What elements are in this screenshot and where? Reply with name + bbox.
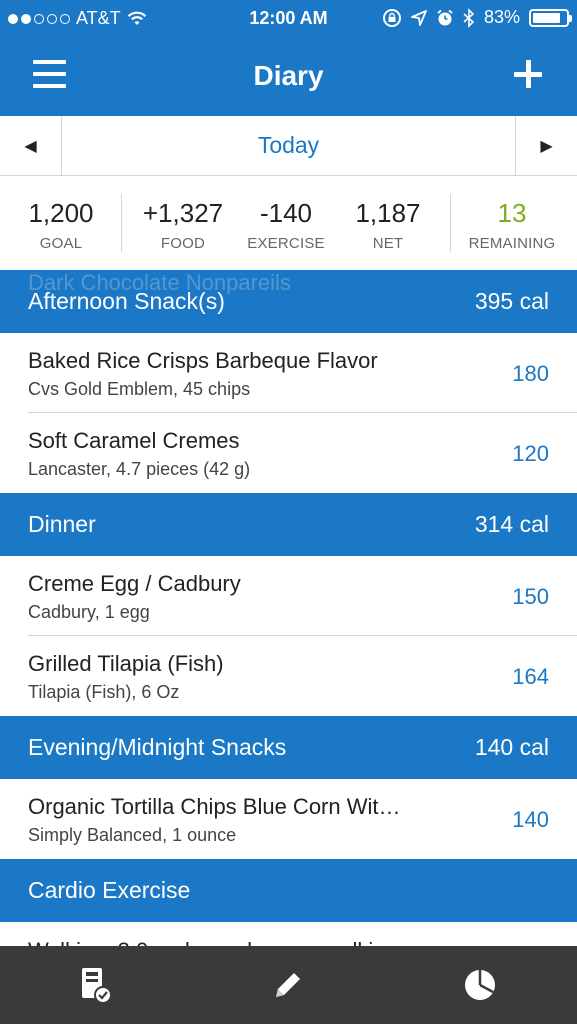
- goal-label: GOAL: [39, 235, 83, 252]
- pencil-icon: [276, 973, 300, 997]
- goal-value: 1,200: [28, 198, 94, 228]
- exercise-value: -140: [259, 198, 313, 228]
- section-name: Cardio Exercise: [28, 877, 191, 903]
- food-calories: 150: [512, 584, 549, 609]
- battery-percent: 83%: [483, 7, 520, 27]
- food-description: Cvs Gold Emblem, 45 chips: [28, 379, 251, 399]
- food-name: Creme Egg / Cadbury: [28, 571, 241, 596]
- food-entry-row[interactable]: Organic Tortilla Chips Blue Corn Wit… Si…: [0, 779, 577, 859]
- bluetooth-icon: [463, 7, 475, 28]
- rotation-lock-icon: [382, 8, 401, 27]
- food-value: +1,327: [142, 198, 224, 228]
- previous-day-button[interactable]: ◀: [0, 116, 62, 175]
- section-header-afternoon-snacks[interactable]: Afternoon Snack(s) 395 cal: [0, 270, 577, 333]
- summary-divider: [121, 194, 122, 252]
- nav-bar: Diary: [0, 38, 577, 116]
- calorie-summary[interactable]: 1,200 GOAL +1,327 FOOD -140 EXERCISE 1,1…: [0, 176, 577, 270]
- pie-chart-icon: [465, 970, 495, 1000]
- tab-reports[interactable]: [384, 946, 576, 1024]
- battery-icon: [529, 8, 572, 27]
- section-name: Afternoon Snack(s): [28, 288, 225, 314]
- remaining-summary: 13 REMAINING: [462, 198, 562, 252]
- food-description: Simply Balanced, 1 ounce: [28, 825, 237, 845]
- plus-icon[interactable]: [514, 60, 542, 88]
- location-icon: [411, 9, 427, 26]
- section-header-evening-snacks[interactable]: Evening/Midnight Snacks 140 cal: [0, 716, 577, 779]
- tab-diary[interactable]: [0, 946, 192, 1024]
- tab-edit[interactable]: [192, 946, 384, 1024]
- exercise-label: EXERCISE: [247, 235, 325, 252]
- food-description: Cadbury, 1 egg: [28, 602, 150, 622]
- food-description: Lancaster, 4.7 pieces (42 g): [28, 459, 251, 479]
- section-calories: 395 cal: [474, 288, 549, 314]
- section-header-cardio-exercise[interactable]: Cardio Exercise: [0, 859, 577, 922]
- goal-summary: 1,200 GOAL: [18, 198, 104, 252]
- net-value: 1,187: [355, 198, 421, 228]
- top-bar: AT&T 12:00 AM 83% Diary: [0, 0, 577, 116]
- remaining-value: 13: [497, 198, 527, 228]
- section-calories: 314 cal: [474, 511, 549, 537]
- section-calories: 140 cal: [474, 734, 549, 760]
- exercise-summary: -140 EXERCISE: [242, 198, 330, 252]
- date-bar: ◀ Today ▶: [0, 116, 577, 176]
- food-calories: 164: [512, 664, 549, 689]
- food-entry-row[interactable]: Grilled Tilapia (Fish) Tilapia (Fish), 6…: [0, 636, 577, 716]
- food-label: FOOD: [160, 235, 206, 252]
- section-name: Evening/Midnight Snacks: [28, 734, 287, 760]
- food-calories: 180: [512, 361, 549, 386]
- section-header-dinner[interactable]: Dinner 314 cal: [0, 493, 577, 556]
- food-name: Organic Tortilla Chips Blue Corn Wit…: [28, 794, 401, 819]
- bottom-tab-bar: [0, 946, 577, 1024]
- food-entry-row[interactable]: Creme Egg / Cadbury Cadbury, 1 egg 150: [0, 556, 577, 636]
- diary-list[interactable]: Dark Chocolate Nonpareils Afternoon Snac…: [0, 270, 577, 946]
- food-entry-row[interactable]: Soft Caramel Cremes Lancaster, 4.7 piece…: [0, 413, 577, 493]
- food-entry-row[interactable]: Baked Rice Crisps Barbeque Flavor Cvs Go…: [0, 333, 577, 413]
- section-name: Dinner: [28, 511, 96, 537]
- food-name: Soft Caramel Cremes: [28, 428, 240, 453]
- alarm-icon: [437, 9, 453, 25]
- status-right: 83%: [382, 7, 572, 28]
- food-name: Grilled Tilapia (Fish): [28, 651, 224, 676]
- summary-divider: [450, 194, 451, 252]
- remaining-label: REMAINING: [468, 235, 556, 252]
- next-day-button[interactable]: ▶: [515, 116, 577, 175]
- date-label[interactable]: Today: [62, 116, 515, 175]
- status-bar: AT&T 12:00 AM 83%: [0, 0, 577, 38]
- food-description: Tilapia (Fish), 6 Oz: [28, 682, 180, 702]
- page-title: Diary: [253, 60, 324, 91]
- net-summary: 1,187 NET: [346, 198, 430, 252]
- food-name: Baked Rice Crisps Barbeque Flavor: [28, 348, 378, 373]
- food-calories: 120: [512, 441, 549, 466]
- exercise-entry-row[interactable]: Walking, 3.0 mph, mod. pace, walkin: [28, 938, 385, 946]
- food-calories: 140: [512, 807, 549, 832]
- diary-check-icon: [82, 968, 112, 1004]
- net-label: NET: [372, 235, 404, 252]
- food-summary: +1,327 FOOD: [136, 198, 230, 252]
